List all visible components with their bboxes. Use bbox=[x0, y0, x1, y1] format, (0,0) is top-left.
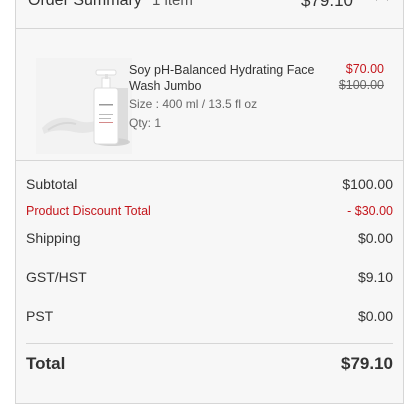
total-value: $79.10 bbox=[341, 354, 393, 373]
shipping-value: $0.00 bbox=[357, 230, 393, 246]
pst-value: $0.00 bbox=[357, 308, 393, 324]
item-count: 1 item bbox=[152, 0, 193, 9]
pst-row: PST $0.00 bbox=[26, 308, 393, 330]
order-summary-header[interactable]: Order Summary 1 item $79.10 bbox=[16, 0, 403, 29]
discount-value: - $30.00 bbox=[347, 204, 393, 218]
product-image bbox=[36, 58, 132, 154]
discount-row: Product Discount Total - $30.00 bbox=[26, 204, 393, 226]
pst-label: PST bbox=[26, 308, 54, 324]
gst-row: GST/HST $9.10 bbox=[26, 269, 393, 291]
divider bbox=[16, 160, 403, 161]
header-total: $79.10 bbox=[301, 0, 353, 10]
gst-label: GST/HST bbox=[26, 269, 87, 285]
order-summary-title: Order Summary bbox=[28, 0, 142, 9]
product-quantity: Qty: 1 bbox=[129, 116, 162, 130]
subtotal-label: Subtotal bbox=[26, 176, 78, 192]
chevron-up-icon-svg bbox=[376, 0, 388, 1]
chevron-up-icon[interactable] bbox=[373, 0, 391, 6]
total-row: Total $79.10 bbox=[26, 354, 393, 376]
order-summary-panel: Order Summary 1 item $79.10 Soy pH-Balan… bbox=[15, 0, 404, 404]
product-name[interactable]: Soy pH-Balanced Hydrating Face Wash Jumb… bbox=[129, 62, 329, 94]
subtotal-value: $100.00 bbox=[342, 176, 393, 192]
face-wash-bottle-image bbox=[36, 58, 132, 154]
subtotal-row: Subtotal $100.00 bbox=[26, 176, 393, 198]
shipping-row: Shipping $0.00 bbox=[26, 230, 393, 252]
sale-price: $70.00 bbox=[345, 62, 384, 76]
product-size: Size : 400 ml / 13.5 fl oz bbox=[129, 97, 258, 111]
discount-label: Product Discount Total bbox=[26, 204, 151, 218]
total-label: Total bbox=[26, 354, 66, 373]
gst-value: $9.10 bbox=[357, 269, 393, 285]
original-price: $100.00 bbox=[338, 78, 384, 92]
shipping-label: Shipping bbox=[26, 230, 81, 246]
total-divider bbox=[26, 343, 393, 344]
